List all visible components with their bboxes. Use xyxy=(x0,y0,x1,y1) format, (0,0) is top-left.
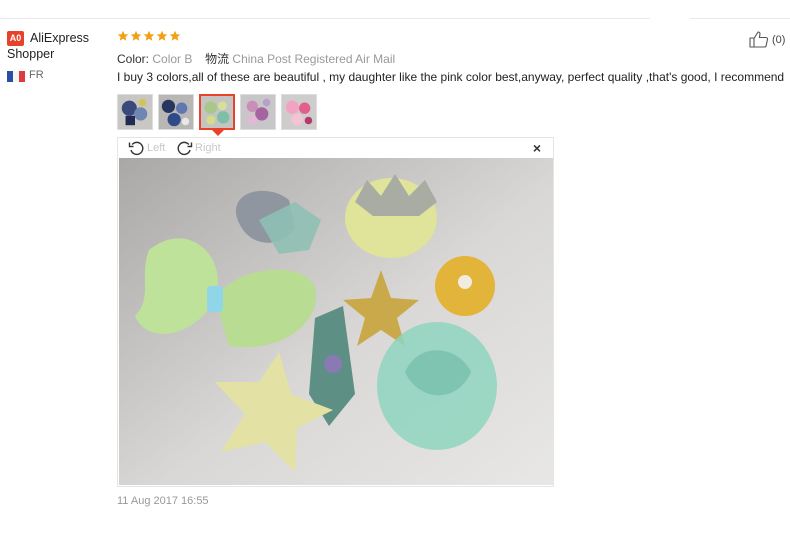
rotate-right-icon[interactable] xyxy=(176,140,193,156)
close-viewer-button[interactable]: × xyxy=(531,141,543,155)
viewer-toolbar: Left Right × xyxy=(118,138,553,158)
rotate-left-label: Left xyxy=(147,142,166,154)
star-icon xyxy=(156,30,168,42)
reviewer-avatar: A0 xyxy=(7,31,24,46)
thumbnail-4[interactable] xyxy=(240,94,276,130)
shipping-key: 物流 xyxy=(205,52,230,66)
france-flag-icon xyxy=(7,71,25,82)
rotate-left-button[interactable]: Left xyxy=(128,140,165,156)
helpful-button[interactable]: (0) xyxy=(749,31,785,48)
thumbnail-3[interactable] xyxy=(199,94,235,130)
thumbnail-strip xyxy=(117,94,317,130)
thumbs-up-icon[interactable] xyxy=(749,31,769,48)
color-key: Color: xyxy=(117,52,150,66)
rating-stars xyxy=(117,30,181,42)
star-icon xyxy=(130,30,142,42)
hair-clips-photo xyxy=(119,158,553,485)
rotate-right-button[interactable]: Right xyxy=(176,140,221,156)
review-photo xyxy=(119,158,553,485)
review-meta: Color: Color B 物流 China Post Registered … xyxy=(117,50,395,67)
active-thumbnail-indicator xyxy=(212,130,224,136)
review-date: 11 Aug 2017 16:55 xyxy=(117,495,209,507)
star-icon xyxy=(143,30,155,42)
helpful-count: (0) xyxy=(772,33,786,46)
thumbnail-5[interactable] xyxy=(281,94,317,130)
star-icon xyxy=(169,30,181,42)
star-icon xyxy=(117,30,129,42)
review-text: I buy 3 colors,all of these are beautifu… xyxy=(117,70,785,84)
reviewer-country: FR xyxy=(29,69,44,81)
thumbnail-1[interactable] xyxy=(117,94,153,130)
rotate-left-icon[interactable] xyxy=(128,140,145,156)
rotate-right-label: Right xyxy=(195,142,221,154)
thumbnail-2[interactable] xyxy=(158,94,194,130)
image-viewer: Left Right × xyxy=(117,137,554,487)
shipping-value: China Post Registered Air Mail xyxy=(232,52,396,66)
color-value: Color B xyxy=(152,52,193,66)
